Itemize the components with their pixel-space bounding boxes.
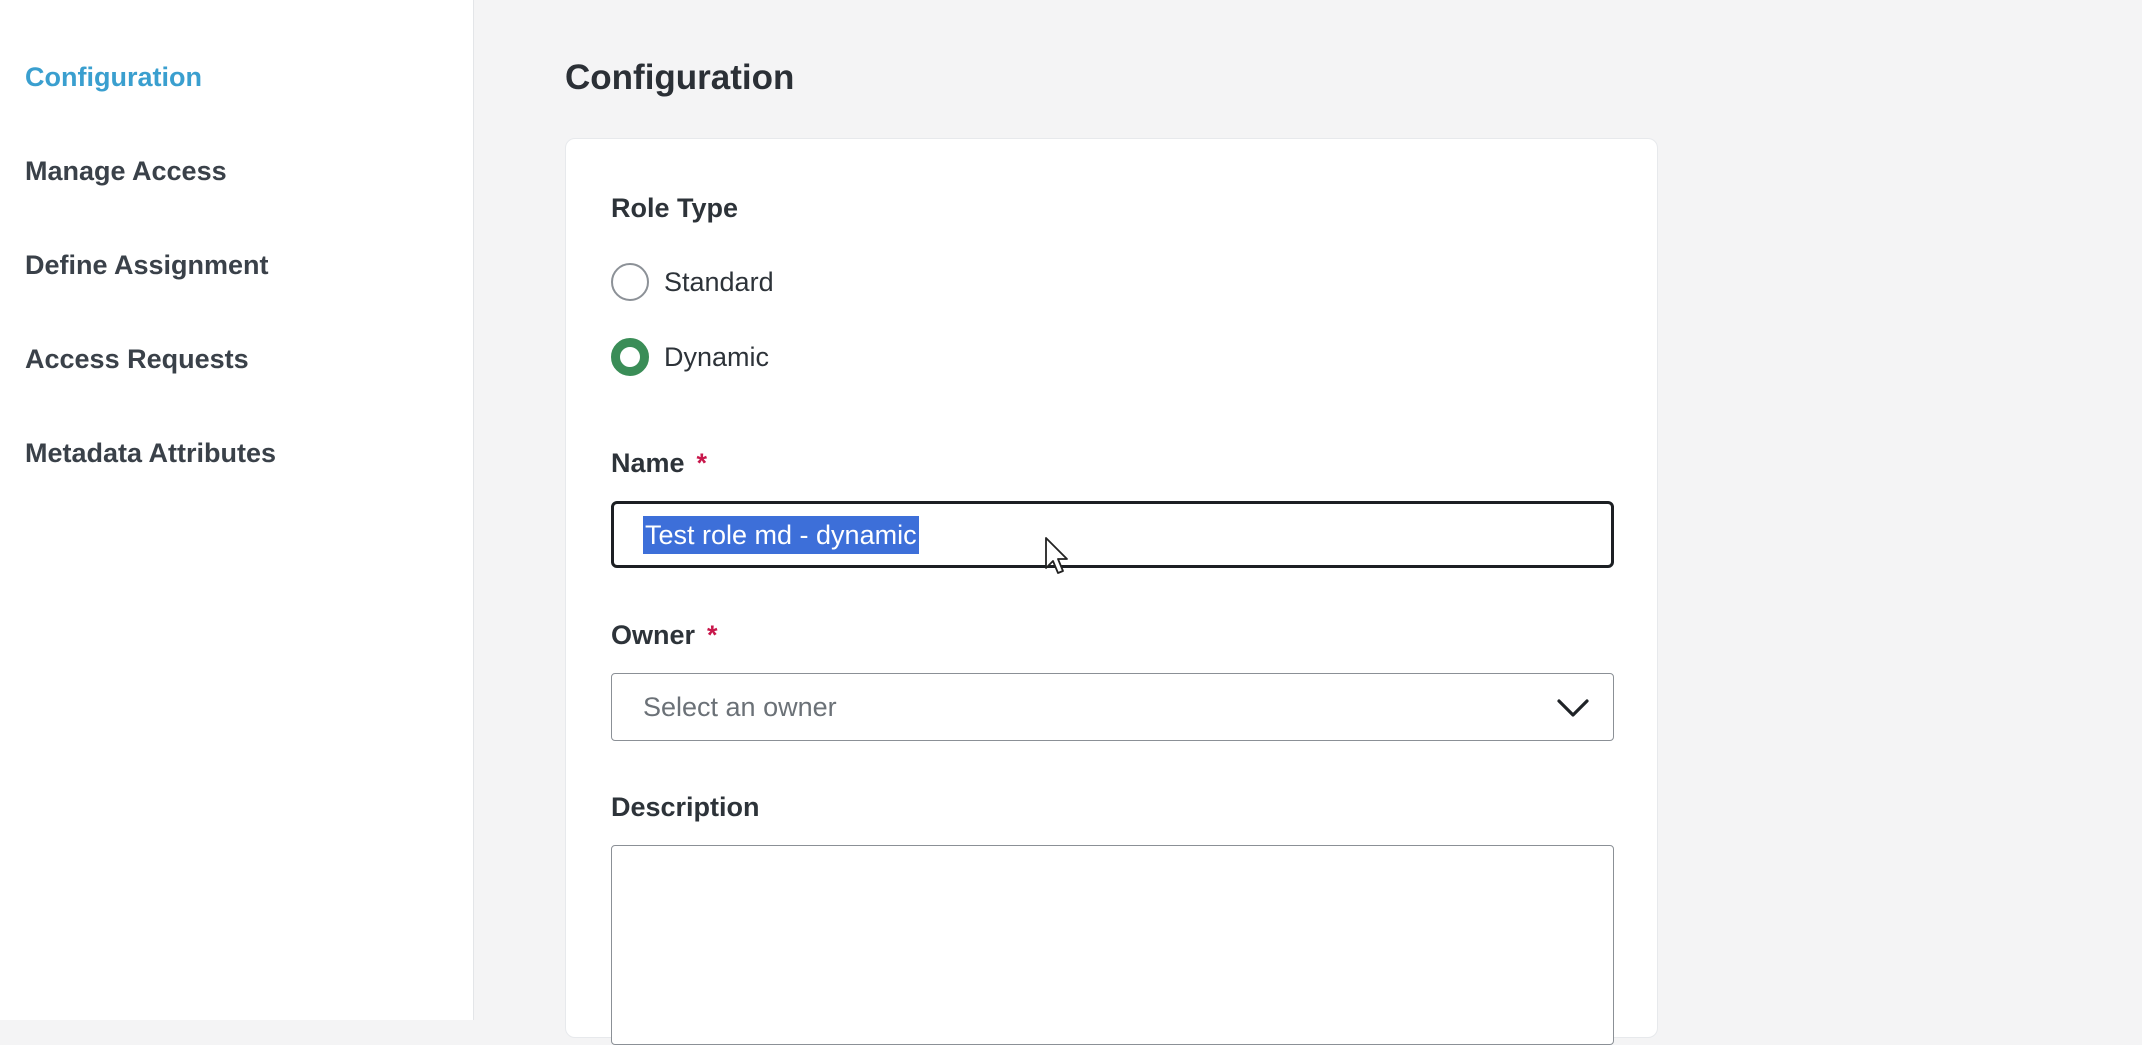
- description-label: Description: [611, 792, 760, 823]
- main-content: Configuration Role Type Standard Dynamic…: [475, 0, 2142, 1020]
- sidebar-item-configuration[interactable]: Configuration: [25, 62, 202, 93]
- mouse-cursor-icon: [1044, 536, 1070, 576]
- owner-select[interactable]: Select an owner: [611, 673, 1614, 741]
- radio-dynamic-circle[interactable]: [611, 338, 649, 376]
- name-input[interactable]: Test role md - dynamic: [611, 501, 1614, 568]
- owner-select-placeholder: Select an owner: [643, 692, 837, 723]
- sidebar-item-manage-access[interactable]: Manage Access: [25, 156, 227, 187]
- sidebar-item-access-requests[interactable]: Access Requests: [25, 344, 249, 375]
- radio-dynamic[interactable]: Dynamic: [611, 338, 769, 376]
- sidebar-item-metadata-attributes[interactable]: Metadata Attributes: [25, 438, 276, 469]
- radio-standard-circle[interactable]: [611, 263, 649, 301]
- sidebar: Configuration Manage Access Define Assig…: [0, 0, 474, 1020]
- description-textarea[interactable]: [611, 845, 1614, 1045]
- configuration-form-card: Role Type Standard Dynamic Name * Test ro…: [565, 138, 1658, 1038]
- role-type-label: Role Type: [611, 193, 738, 224]
- owner-required-marker: *: [707, 620, 718, 650]
- radio-standard[interactable]: Standard: [611, 263, 774, 301]
- chevron-down-icon[interactable]: [1555, 690, 1591, 726]
- name-label-text: Name: [611, 448, 685, 478]
- name-required-marker: *: [697, 448, 708, 478]
- radio-standard-label: Standard: [664, 267, 774, 298]
- owner-label: Owner *: [611, 620, 718, 651]
- sidebar-item-define-assignment[interactable]: Define Assignment: [25, 250, 269, 281]
- owner-label-text: Owner: [611, 620, 695, 650]
- page-title: Configuration: [565, 58, 794, 98]
- radio-dynamic-label: Dynamic: [664, 342, 769, 373]
- name-label: Name *: [611, 448, 707, 479]
- name-input-value: Test role md - dynamic: [643, 516, 919, 554]
